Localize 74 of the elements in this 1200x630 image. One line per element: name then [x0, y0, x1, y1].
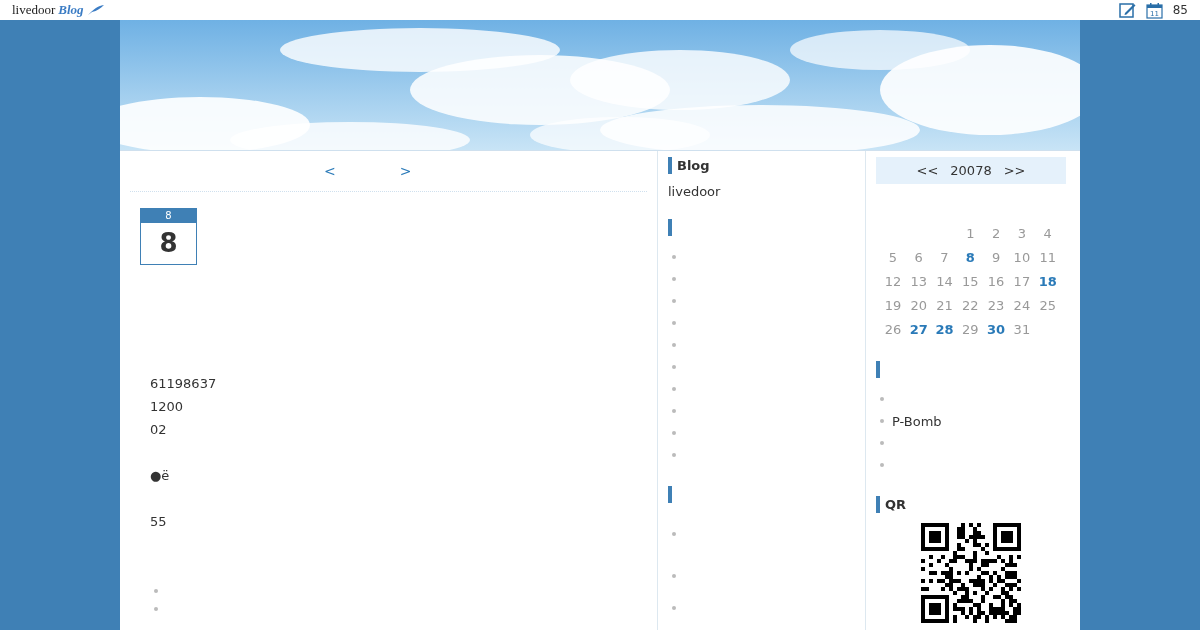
calendar-day: 2 [983, 225, 1009, 241]
calendar-day: 25 [1034, 297, 1061, 313]
calendar-day: 1 [957, 225, 984, 241]
bullet-icon [672, 277, 676, 281]
calendar-day: 10 [1009, 249, 1035, 265]
prev-month-link[interactable]: << [916, 163, 939, 178]
section-text: livedoor [668, 184, 722, 199]
badge-day: 8 [141, 223, 196, 264]
calendar-day: 6 [905, 249, 932, 265]
calendar-day: 3 [1009, 225, 1035, 241]
bullet-icon [672, 387, 676, 391]
edit-icon[interactable] [1118, 2, 1136, 18]
calendar-month: 20078 [950, 163, 992, 178]
bullet-icon [880, 397, 884, 401]
bullet-icon [672, 574, 676, 578]
bullet-icon [880, 441, 884, 445]
bullet-icon [154, 589, 158, 593]
calendar-day: 5 [880, 249, 906, 265]
post-text: 02 [150, 421, 167, 439]
calendar-day: 16 [983, 273, 1009, 289]
calendar-day[interactable]: 27 [905, 321, 932, 337]
section-heading-marker [668, 486, 672, 503]
logo-script[interactable]: Blog [58, 2, 84, 18]
calendar-day[interactable]: 18 [1034, 273, 1061, 289]
feather-icon [86, 4, 105, 16]
calendar-day: 29 [957, 321, 984, 337]
count: 85 [1172, 3, 1188, 17]
logo-text[interactable]: livedoor [12, 2, 56, 18]
next-month-link[interactable]: >> [1003, 163, 1026, 178]
bullet-icon [880, 419, 884, 423]
sidebar-link[interactable]: P-Bomb [892, 413, 942, 429]
calendar-day: 22 [957, 297, 984, 313]
bullet-icon [672, 453, 676, 457]
bullet-icon [672, 431, 676, 435]
calendar-day[interactable]: 30 [983, 321, 1009, 337]
bullet-icon [672, 365, 676, 369]
calendar-day: 9 [983, 249, 1009, 265]
section-heading-marker [668, 219, 672, 236]
calendar-day: 19 [880, 297, 906, 313]
calendar-day: 15 [957, 273, 984, 289]
calendar-day: 26 [880, 321, 906, 337]
calendar-day: 4 [1034, 225, 1061, 241]
calendar-day: 31 [1009, 321, 1035, 337]
calendar-day: 23 [983, 297, 1009, 313]
badge-month: 8 [141, 209, 196, 223]
section-heading: QR [876, 496, 907, 513]
post-text: 1200 [150, 398, 184, 416]
bullet-icon [672, 299, 676, 303]
bullet-icon [672, 606, 676, 610]
calendar-day: 17 [1009, 273, 1035, 289]
bullet-icon [672, 255, 676, 259]
bullet-icon [672, 532, 676, 536]
bullet-icon [880, 463, 884, 467]
calendar-day: 13 [905, 273, 932, 289]
calendar-day: 12 [880, 273, 906, 289]
post-text: 61198637 [150, 375, 217, 393]
post-text: 55 [150, 513, 167, 531]
calendar-day[interactable]: 28 [931, 321, 958, 337]
calendar-day: 20 [905, 297, 932, 313]
post-text: ●ë [150, 467, 170, 485]
calendar-day: 24 [1009, 297, 1035, 313]
bullet-icon [672, 343, 676, 347]
section-heading-marker [876, 361, 880, 378]
bullet-icon [672, 409, 676, 413]
calendar-day: 7 [931, 249, 958, 265]
bullet-icon [672, 321, 676, 325]
calendar-day[interactable]: 8 [957, 249, 984, 265]
calendar-day: 14 [931, 273, 958, 289]
bullet-icon [154, 607, 158, 611]
calendar-day: 11 [1034, 249, 1061, 265]
prev-link[interactable]: < [324, 163, 336, 179]
section-heading: Blog [668, 157, 710, 174]
calendar-day: 21 [931, 297, 958, 313]
next-link[interactable]: > [399, 163, 412, 179]
